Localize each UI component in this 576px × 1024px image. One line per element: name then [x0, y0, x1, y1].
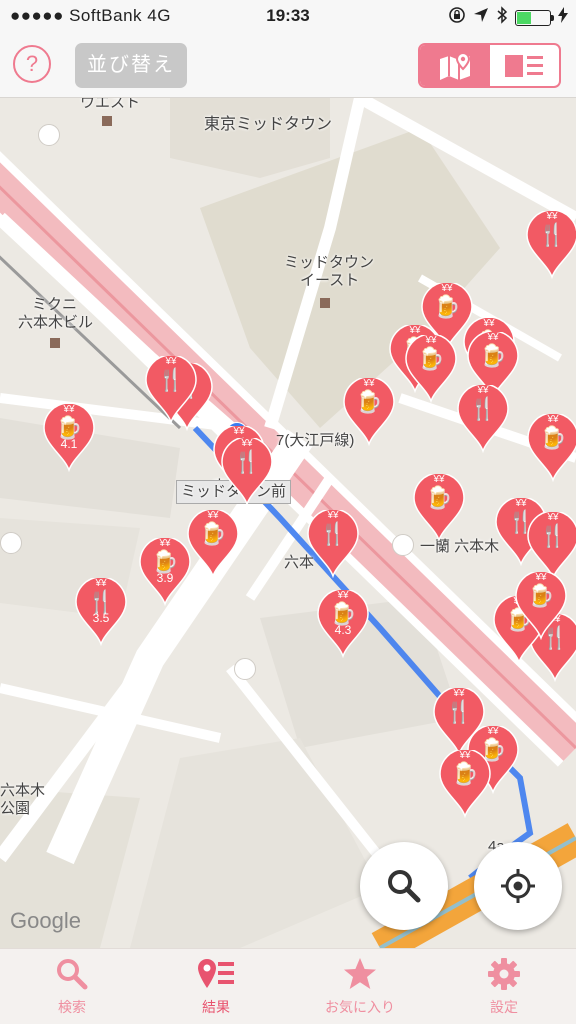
fork-knife-icon: 🍴 — [233, 449, 261, 474]
bar-pin[interactable]: ¥¥🍺 — [404, 333, 458, 404]
map-label-west: ウエスト — [80, 98, 141, 111]
beer-mug-icon: 🍺 — [479, 343, 507, 368]
map-icon — [439, 51, 470, 80]
map-label-mikuni: ミクニ — [32, 296, 78, 313]
bar-pin[interactable]: ¥¥🍺 — [186, 508, 240, 579]
bar-pin[interactable]: ¥¥ 🍺 4.1 — [42, 402, 96, 473]
map-label-tokyo-midtown: 東京ミッドタウン — [204, 116, 333, 133]
landmark-icon[interactable] — [0, 532, 22, 554]
pin-score: 3.9 — [156, 571, 174, 585]
tab-settings[interactable]: 設定 — [432, 949, 576, 1024]
pin-score: 4.3 — [334, 623, 352, 637]
map-label-roppongi-park: 六本木 — [0, 782, 46, 799]
list-view-button[interactable] — [490, 45, 560, 86]
pin-score: 3.5 — [92, 611, 110, 625]
beer-mug-icon: 🍺 — [355, 389, 383, 414]
gear-icon — [488, 957, 520, 990]
bar-pin[interactable]: ¥¥ 🍺 3.9 — [138, 536, 192, 607]
battery-icon — [515, 9, 554, 26]
map-base-tiles — [0, 98, 576, 948]
bar-pin[interactable]: ¥¥ 🍺 4.3 — [316, 588, 370, 659]
map-view-button[interactable] — [420, 45, 490, 86]
beer-mug-icon: 🍺 — [433, 294, 461, 319]
beer-mug-icon: 🍺 — [539, 425, 567, 450]
beer-mug-icon: 🍺 — [199, 521, 227, 546]
tab-settings-label: 設定 — [490, 998, 518, 1015]
map-label-east: イースト — [300, 272, 360, 289]
restaurant-pin[interactable]: ¥¥ 🍴 3.5 — [74, 576, 128, 647]
bar-pin[interactable]: ¥¥🍺 — [412, 472, 466, 543]
status-bar: ●●●●● SoftBank 4G 19:33 — [0, 0, 576, 32]
view-mode-toggle — [418, 43, 561, 88]
bar-pin[interactable]: ¥¥🍺 — [526, 412, 576, 483]
fork-knife-icon: 🍴 — [319, 521, 347, 546]
bar-pin[interactable]: ¥¥🍺 — [514, 570, 568, 641]
map-view[interactable]: ウエスト 東京ミッドタウン ミッドタウン イースト ミクニ 六本木ビル 7(大江… — [0, 98, 576, 948]
restaurant-pin[interactable]: ¥¥🍴 — [456, 383, 510, 454]
tab-search-label: 検索 — [58, 998, 86, 1015]
restaurant-pin[interactable]: ¥¥🍴 — [306, 508, 360, 579]
bar-pin[interactable]: ¥¥🍺 — [438, 748, 492, 819]
map-label-midtown: ミッドタウン — [284, 254, 375, 271]
current-location-button[interactable] — [474, 842, 562, 930]
beer-mug-icon: 🍺 — [527, 583, 555, 608]
search-icon — [57, 958, 88, 989]
tab-results-label: 結果 — [202, 998, 230, 1015]
beer-mug-icon: 🍺 — [425, 485, 453, 510]
convenience-store-icon[interactable] — [234, 658, 256, 680]
restaurant-pin[interactable]: ¥¥🍴 — [144, 354, 198, 425]
beer-mug-icon: 🍺 — [417, 346, 445, 371]
charging-bolt-icon — [558, 7, 568, 28]
toolbar: ? 並び替え — [0, 32, 576, 98]
magnifier-icon — [388, 870, 421, 903]
help-button[interactable]: ? — [13, 45, 51, 83]
list-icon — [505, 54, 544, 77]
sort-button[interactable]: 並び替え — [75, 43, 187, 88]
fork-knife-icon: 🍴 — [469, 396, 497, 421]
restaurant-pin[interactable]: ¥¥🍴 — [220, 436, 274, 507]
search-fab-button[interactable] — [360, 842, 448, 930]
star-icon — [344, 957, 376, 989]
tab-search[interactable]: 検索 — [0, 949, 144, 1024]
pin-score: 4.1 — [60, 437, 78, 451]
location-arrow-icon — [473, 7, 489, 28]
status-icons — [448, 6, 568, 29]
map-label-koen: 公園 — [0, 800, 31, 817]
tab-results[interactable]: 結果 — [144, 949, 288, 1024]
ramen-restaurant-icon[interactable] — [392, 534, 414, 556]
bar-pin[interactable]: ¥¥🍺 — [342, 376, 396, 447]
crosshair-icon — [501, 869, 535, 903]
google-logo: Google — [10, 908, 81, 933]
lock-rotation-icon — [448, 6, 466, 29]
pin-list-icon — [198, 958, 234, 988]
fork-knife-icon: 🍴 — [445, 699, 473, 724]
shopping-poi-icon[interactable] — [38, 124, 60, 146]
restaurant-pin[interactable]: ¥¥🍴 — [526, 510, 576, 581]
fork-knife-icon: 🍴 — [157, 367, 185, 392]
restaurant-pin[interactable]: ¥¥🍴 — [525, 209, 576, 280]
fork-knife-icon: 🍴 — [538, 222, 566, 247]
tab-favorites-label: お気に入り — [325, 998, 395, 1015]
map-label-roppongi-bldg: 六本木ビル — [18, 314, 94, 331]
bluetooth-icon — [496, 6, 508, 29]
tab-bar: 検索 結果 お気に入り 設定 — [0, 948, 576, 1024]
beer-mug-icon: 🍺 — [451, 761, 479, 786]
tab-favorites[interactable]: お気に入り — [288, 949, 432, 1024]
fork-knife-icon: 🍴 — [539, 523, 567, 548]
